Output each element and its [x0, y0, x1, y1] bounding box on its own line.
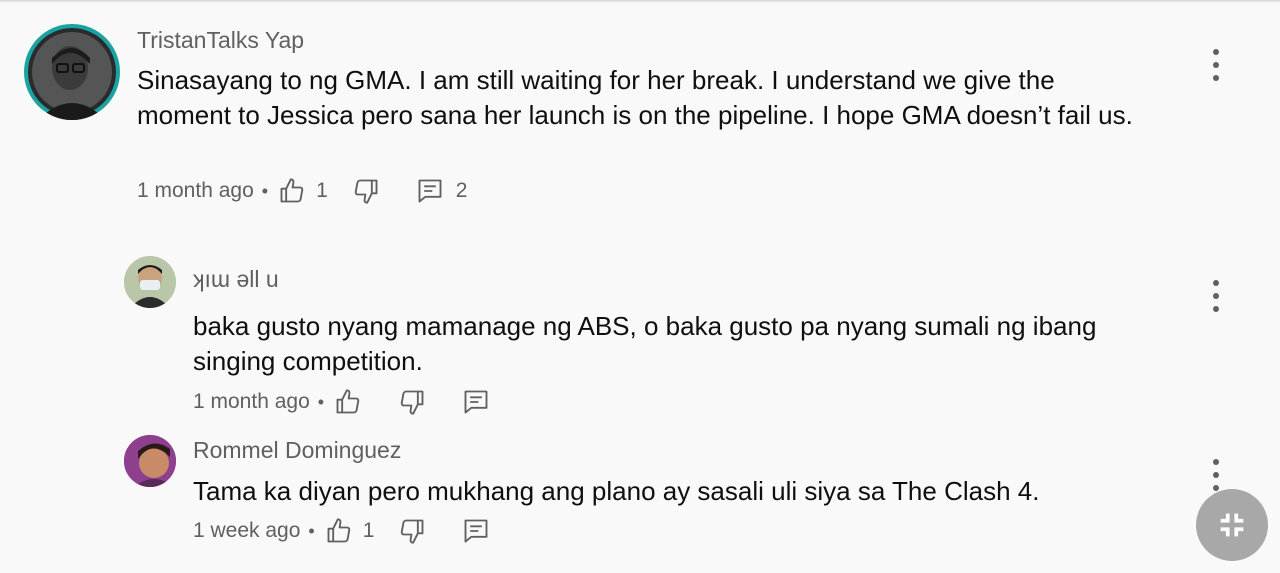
- more-options-button[interactable]: [1204, 276, 1228, 316]
- meta-separator: •: [308, 520, 315, 541]
- reply-actions: 1 month ago •: [193, 386, 490, 418]
- avatar-image: [124, 256, 176, 308]
- reply-button[interactable]: [416, 177, 444, 205]
- dislike-button[interactable]: [398, 517, 426, 545]
- more-vert-icon: [1213, 280, 1219, 286]
- comment-text: Sinasayang to ng GMA. I am still waiting…: [137, 65, 1133, 130]
- reply-actions: 1 week ago • 1: [193, 515, 490, 547]
- comment-author[interactable]: TristanTalks Yap: [137, 27, 304, 54]
- reply-count[interactable]: 2: [456, 179, 468, 203]
- more-vert-icon-dot: [1213, 293, 1219, 299]
- comment-actions: 1 month ago • 1 2: [137, 175, 467, 207]
- dislike-button[interactable]: [352, 177, 380, 205]
- reply-timestamp[interactable]: 1 month ago: [193, 390, 310, 414]
- comment-timestamp[interactable]: 1 month ago: [137, 179, 254, 203]
- thumb-down-icon: [354, 179, 378, 204]
- comment-icon: [464, 519, 488, 543]
- reply-author[interactable]: ʞıɯ ǝll u: [193, 266, 279, 293]
- like-count: 1: [316, 179, 328, 202]
- dislike-button[interactable]: [398, 388, 426, 416]
- avatar-image: [124, 435, 176, 487]
- thumb-down-icon: [401, 519, 424, 544]
- more-vert-icon-dot: [1213, 75, 1219, 81]
- more-vert-icon-dot: [1213, 62, 1219, 68]
- meta-separator: •: [317, 391, 325, 412]
- reply-timestamp[interactable]: 1 week ago: [193, 519, 300, 543]
- like-count: 1: [362, 519, 375, 542]
- reply-author[interactable]: Rommel Dominguez: [193, 437, 401, 464]
- reply-text: baka gusto nyang mamanage ng ABS, o baka…: [193, 311, 1097, 376]
- reply-button[interactable]: [462, 388, 490, 416]
- more-options-button[interactable]: [1204, 45, 1228, 85]
- more-vert-icon-dot: [1213, 472, 1219, 478]
- more-vert-icon: [1213, 459, 1219, 465]
- like-button[interactable]: [334, 388, 362, 416]
- more-vert-icon-dot: [1213, 306, 1219, 312]
- avatar-image: [28, 28, 116, 120]
- reply-button[interactable]: [462, 517, 490, 545]
- thumb-up-icon: [280, 178, 304, 203]
- exit-fullscreen-button[interactable]: [1196, 489, 1268, 561]
- comment-icon: [418, 179, 442, 203]
- more-vert-icon: [1213, 49, 1219, 55]
- thumb-down-icon: [400, 390, 424, 415]
- fullscreen-exit-icon: [1220, 513, 1244, 537]
- like-button[interactable]: [278, 177, 306, 205]
- more-vert-icon-dot: [1213, 485, 1219, 491]
- meta-separator: •: [261, 180, 269, 201]
- comment-icon: [464, 390, 488, 414]
- thumb-up-icon: [336, 389, 360, 414]
- top-divider: [0, 0, 1280, 3]
- thumb-up-icon: [327, 518, 350, 543]
- avatar[interactable]: [24, 24, 120, 120]
- avatar[interactable]: [124, 435, 176, 487]
- reply-text: Tama ka diyan pero mukhang ang plano ay …: [193, 476, 1040, 506]
- avatar[interactable]: [124, 256, 176, 308]
- like-button[interactable]: [325, 517, 353, 545]
